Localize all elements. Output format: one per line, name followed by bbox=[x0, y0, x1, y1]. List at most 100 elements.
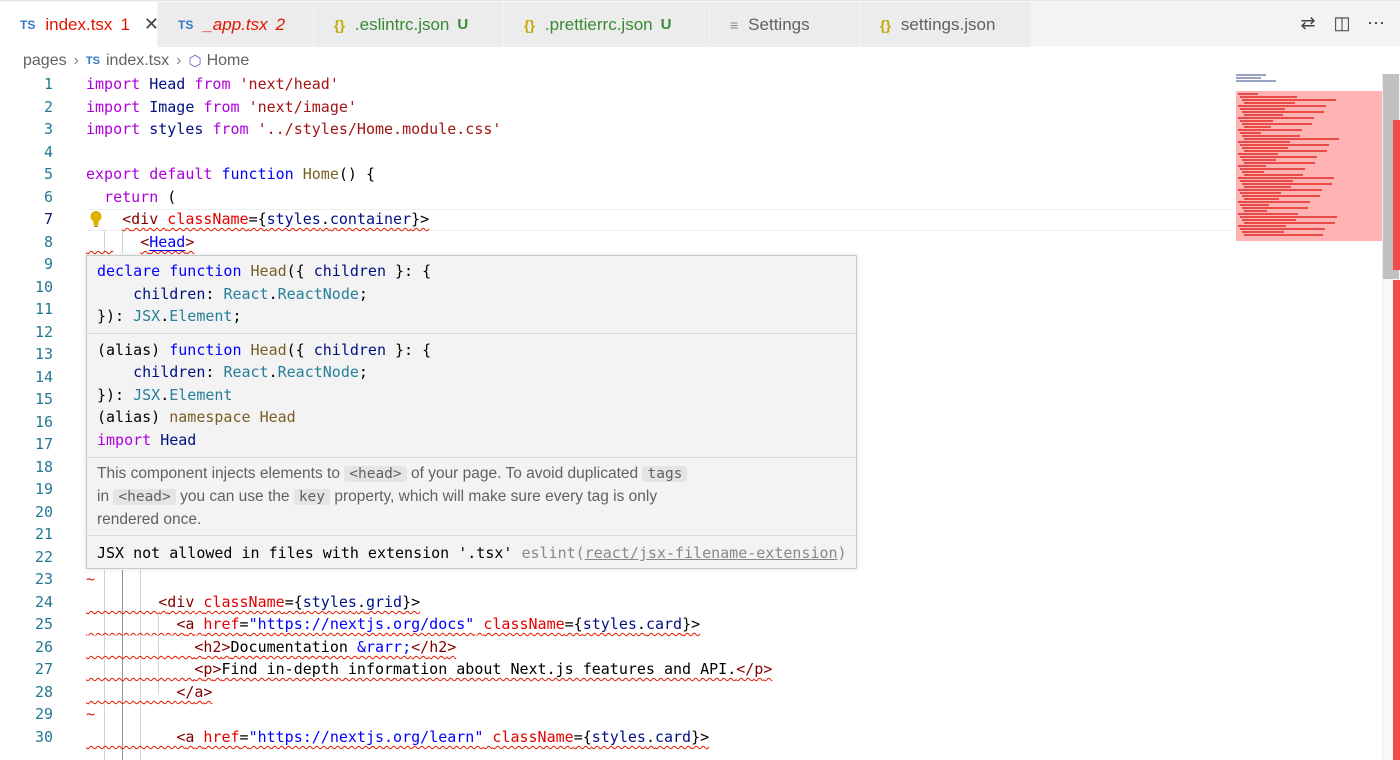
minimap-line bbox=[1244, 162, 1315, 164]
code-line-25: <a href="https://nextjs.org/docs" classN… bbox=[176, 615, 701, 633]
minimap-line bbox=[1242, 171, 1264, 173]
problem-count: 2 bbox=[275, 14, 286, 34]
minimap-line bbox=[1240, 108, 1285, 110]
tab-app-tsx[interactable]: TS _app.tsx 2 bbox=[158, 2, 314, 47]
minimap-line bbox=[1238, 189, 1322, 191]
json-file-icon: {} bbox=[880, 16, 891, 33]
code-line-29: ~ bbox=[86, 705, 96, 723]
minimap-line bbox=[1238, 213, 1298, 215]
minimap-line bbox=[1240, 120, 1273, 122]
tab-settings-json[interactable]: {} settings.json bbox=[860, 2, 1032, 47]
minimap-line bbox=[1240, 216, 1337, 218]
line-number: 5 bbox=[43, 165, 53, 183]
minimap-line bbox=[1240, 132, 1261, 134]
code-line-3: import styles from '../styles/Home.modul… bbox=[86, 120, 502, 138]
minimap-line bbox=[1240, 96, 1297, 98]
line-number: 17 bbox=[34, 435, 53, 453]
minimap-line bbox=[1242, 99, 1336, 101]
minimap-line bbox=[1238, 153, 1278, 155]
eslint-rule-link[interactable]: react/jsx-filename-extension bbox=[585, 544, 838, 562]
code-line-26: <h2>Documentation &rarr;</h2> bbox=[194, 638, 457, 656]
tab-eslintrc-json[interactable]: {} .eslintrc.json U bbox=[314, 2, 504, 47]
minimap-line bbox=[1242, 147, 1288, 149]
tab-label: index.tsx bbox=[45, 14, 113, 34]
hover-documentation: This component injects elements to <head… bbox=[87, 458, 856, 536]
tab-index-tsx[interactable]: TS index.tsx 1 ✕ bbox=[0, 2, 159, 47]
breadcrumb-folder[interactable]: pages bbox=[23, 52, 67, 70]
overview-ruler-error bbox=[1393, 280, 1400, 760]
line-number: 8 bbox=[43, 233, 53, 251]
line-number: 27 bbox=[34, 660, 53, 678]
code-line-6: return ( bbox=[104, 188, 177, 206]
problem-count: 1 bbox=[120, 14, 130, 34]
line-number: 4 bbox=[43, 143, 53, 161]
minimap[interactable] bbox=[1236, 73, 1382, 253]
hover-declaration: declare function Head({ children }: { ch… bbox=[87, 256, 856, 334]
minimap-line bbox=[1238, 201, 1310, 203]
line-number: 3 bbox=[43, 120, 53, 138]
line-number: 7 bbox=[43, 210, 53, 228]
untracked-badge: U bbox=[457, 16, 469, 33]
minimap-line bbox=[1238, 105, 1326, 107]
tab-label: Settings bbox=[748, 14, 810, 34]
typescript-file-icon: TS bbox=[20, 17, 36, 32]
tab-label: settings.json bbox=[900, 14, 996, 34]
minimap-line bbox=[1244, 102, 1295, 104]
chevron-right-icon: › bbox=[73, 52, 79, 69]
minimap-line bbox=[1242, 123, 1312, 125]
more-actions-icon[interactable]: ⋯ bbox=[1366, 13, 1386, 34]
breadcrumb-file[interactable]: index.tsx bbox=[106, 52, 169, 70]
minimap-line bbox=[1238, 165, 1266, 167]
line-number: 29 bbox=[34, 705, 53, 723]
minimap-line bbox=[1240, 228, 1325, 230]
minimap-line bbox=[1244, 186, 1291, 188]
tab-label: .eslintrc.json bbox=[354, 14, 450, 34]
line-number: 18 bbox=[34, 458, 53, 476]
minimap-line bbox=[1238, 177, 1334, 179]
minimap-line bbox=[1244, 198, 1279, 200]
minimap-line bbox=[1238, 141, 1290, 143]
minimap-line bbox=[1242, 183, 1332, 185]
minimap-line bbox=[1244, 150, 1327, 152]
tab-label: _app.tsx bbox=[203, 14, 268, 34]
source-control-compare-icon[interactable]: ⇄ bbox=[1298, 13, 1318, 34]
minimap-line bbox=[1238, 93, 1258, 95]
tab-prettierrc-json[interactable]: {} .prettierrc.json U bbox=[504, 2, 710, 47]
minimap-line bbox=[1244, 126, 1271, 128]
code-line-5: export default function Home() { bbox=[86, 165, 375, 183]
line-number: 30 bbox=[34, 728, 53, 746]
editor-actions: ⇄ ◫ ⋯ bbox=[1298, 13, 1386, 34]
minimap-line bbox=[1236, 74, 1266, 76]
line-number: 20 bbox=[34, 503, 53, 521]
minimap-line bbox=[1244, 138, 1339, 140]
minimap-line bbox=[1244, 234, 1323, 236]
line-number: 1 bbox=[43, 75, 53, 93]
split-editor-icon[interactable]: ◫ bbox=[1332, 13, 1352, 34]
tab-settings[interactable]: ≡ Settings bbox=[710, 2, 860, 47]
minimap-line bbox=[1240, 180, 1293, 182]
settings-editor-icon: ≡ bbox=[730, 16, 739, 33]
editor-tab-bar: TS index.tsx 1 ✕ TS _app.tsx 2 {} .eslin… bbox=[0, 0, 1400, 47]
minimap-line bbox=[1238, 117, 1314, 119]
minimap-line bbox=[1242, 159, 1276, 161]
hover-diagnostic: JSX not allowed in files with extension … bbox=[97, 544, 847, 562]
minimap-line bbox=[1242, 111, 1324, 113]
typescript-file-icon: TS bbox=[178, 17, 194, 32]
line-number: 16 bbox=[34, 413, 53, 431]
minimap-line bbox=[1236, 77, 1261, 79]
json-file-icon: {} bbox=[334, 16, 345, 33]
breadcrumb-symbol[interactable]: Home bbox=[207, 52, 250, 70]
code-line-8: <Head> bbox=[140, 233, 195, 251]
minimap-line bbox=[1236, 80, 1276, 82]
breadcrumb: pages › TS index.tsx › ⬡ Home bbox=[23, 50, 249, 72]
line-number: 26 bbox=[34, 638, 53, 656]
close-icon[interactable]: ✕ bbox=[144, 14, 159, 35]
minimap-line bbox=[1240, 168, 1305, 170]
minimap-line bbox=[1238, 225, 1286, 227]
line-number: 15 bbox=[34, 390, 53, 408]
minimap-line bbox=[1244, 210, 1267, 212]
line-number: 25 bbox=[34, 615, 53, 633]
line-number: 11 bbox=[34, 300, 53, 318]
line-number: 23 bbox=[34, 570, 53, 588]
minimap-line bbox=[1240, 144, 1329, 146]
